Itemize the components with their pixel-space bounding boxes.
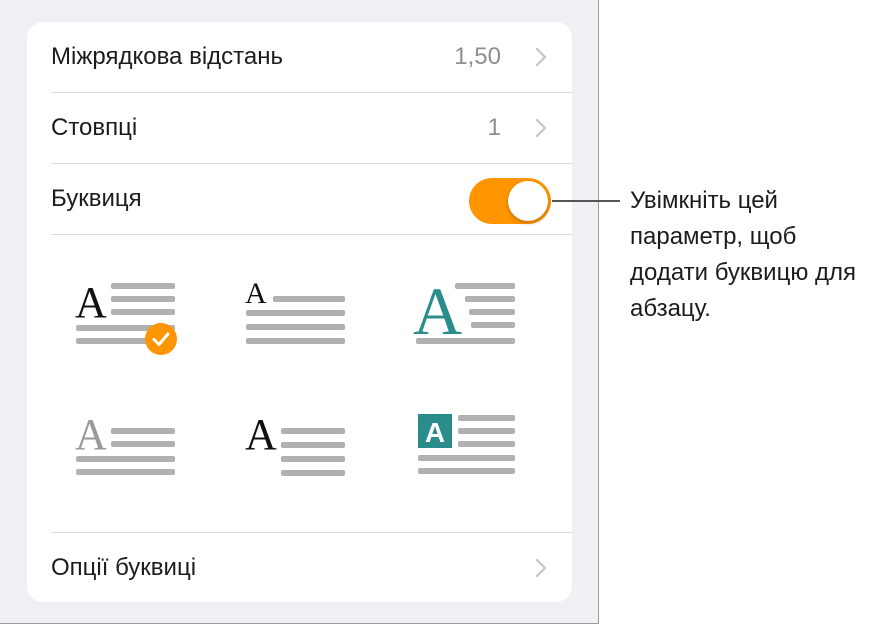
chevron-right-icon — [535, 119, 547, 137]
paragraph-format-panel: Міжрядкова відстань 1,50 Стовпці 1 Букви… — [0, 0, 599, 624]
drop-cap-style-5-preview: A — [245, 410, 345, 476]
drop-cap-toggle[interactable] — [469, 178, 551, 224]
line-spacing-label: Міжрядкова відстань — [51, 43, 283, 70]
drop-cap-style-2-preview: A — [245, 277, 345, 344]
drop-cap-style-3[interactable]: A — [413, 273, 523, 360]
drop-cap-options-row[interactable]: Опції буквиці — [51, 532, 572, 602]
columns-label: Стовпці — [51, 114, 138, 141]
chevron-right-icon — [535, 559, 547, 577]
svg-text:A: A — [245, 280, 267, 310]
drop-cap-style-5[interactable]: A — [243, 410, 353, 492]
settings-card: Міжрядкова відстань 1,50 Стовпці 1 Букви… — [27, 22, 572, 602]
drop-cap-label: Буквиця — [51, 185, 142, 212]
callout-leader-line — [552, 200, 620, 202]
svg-text:A: A — [245, 412, 277, 459]
drop-cap-style-4[interactable]: A — [73, 410, 183, 492]
checkmark-icon — [145, 323, 177, 355]
drop-cap-row: Буквиця — [51, 164, 572, 235]
columns-value: 1 — [487, 114, 501, 141]
drop-cap-options-label: Опції буквиці — [51, 554, 197, 581]
svg-text:A: A — [425, 417, 445, 448]
callout-text: Увімкніть цей параметр, щоб додати букви… — [630, 187, 857, 322]
toggle-knob — [508, 181, 548, 221]
drop-cap-style-4-preview: A — [75, 410, 175, 475]
svg-text:A: A — [75, 412, 107, 459]
drop-cap-style-3-preview: A — [413, 273, 515, 349]
drop-cap-style-6[interactable]: A — [413, 412, 523, 492]
drop-cap-style-6-preview: A — [418, 414, 515, 474]
line-spacing-value: 1,50 — [454, 43, 501, 70]
columns-row[interactable]: Стовпці 1 — [51, 93, 572, 164]
chevron-right-icon — [535, 48, 547, 66]
line-spacing-row[interactable]: Міжрядкова відстань 1,50 — [51, 22, 572, 93]
drop-cap-style-2[interactable]: A — [243, 277, 353, 360]
svg-text:A: A — [75, 280, 107, 327]
